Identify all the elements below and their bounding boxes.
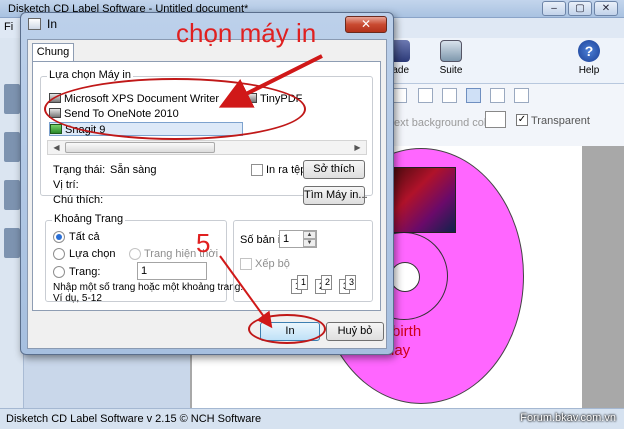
window-controls: – ▢ ✕ bbox=[542, 1, 618, 16]
dialog-close-button[interactable]: ✕ bbox=[345, 16, 387, 33]
minimize-button[interactable]: – bbox=[542, 1, 566, 16]
main-toolbar: rade Suite ? Help bbox=[380, 38, 624, 84]
maximize-button[interactable]: ▢ bbox=[568, 1, 592, 16]
cancel-button[interactable]: Huỷ bỏ bbox=[326, 322, 384, 341]
align-right-button[interactable] bbox=[490, 88, 505, 103]
suite-button[interactable]: Suite bbox=[436, 40, 466, 76]
suite-label: Suite bbox=[439, 65, 463, 76]
transparent-label: Transparent bbox=[531, 115, 590, 127]
printer-list-scrollbar[interactable]: ◀ ▶ bbox=[47, 140, 367, 155]
range-all-label: Tất cả bbox=[69, 231, 100, 243]
copies-up-icon[interactable]: ▲ bbox=[303, 231, 316, 239]
find-printer-button[interactable]: Tìm Máy in... bbox=[303, 186, 368, 205]
location-label: Vị trí: bbox=[53, 179, 79, 191]
align-center-button[interactable] bbox=[466, 88, 481, 103]
scroll-thumb[interactable] bbox=[65, 142, 215, 153]
collate-page-icon: 1 bbox=[297, 275, 308, 290]
range-all-radio[interactable] bbox=[53, 231, 65, 243]
help-icon: ? bbox=[578, 40, 600, 62]
range-selection-radio[interactable] bbox=[53, 248, 65, 260]
text-background-label: ext background color: bbox=[394, 117, 500, 129]
status-label: Trạng thái: bbox=[53, 164, 106, 176]
collate-checkbox[interactable] bbox=[240, 258, 252, 270]
print-to-file-label: In ra tệp bbox=[266, 164, 307, 176]
status-text: Disketch CD Label Software v 2.15 © NCH … bbox=[6, 413, 262, 425]
print-to-file-checkbox[interactable] bbox=[251, 164, 263, 176]
transparent-checkbox[interactable]: ✓ bbox=[516, 114, 528, 126]
range-hint-line1: Nhập một số trang hoặc một khoảng trang. bbox=[53, 282, 244, 293]
tool-icon[interactable] bbox=[4, 132, 20, 162]
align-left-button[interactable] bbox=[442, 88, 457, 103]
annotation-title: chọn máy in bbox=[176, 18, 317, 48]
preferences-button[interactable]: Sở thích bbox=[303, 160, 365, 179]
justify-button[interactable] bbox=[514, 88, 529, 103]
format-bar: ext background color: ✓ Transparent bbox=[380, 84, 624, 146]
italic-button[interactable] bbox=[392, 88, 407, 103]
status-value: Sẵn sàng bbox=[110, 164, 157, 176]
underline-button[interactable] bbox=[418, 88, 433, 103]
cd-hole bbox=[390, 262, 420, 292]
range-hint-line2: Ví dụ, 5-12 bbox=[53, 293, 102, 304]
main-close-button[interactable]: ✕ bbox=[594, 1, 618, 16]
tool-icon[interactable] bbox=[4, 228, 20, 258]
comment-label: Chú thích: bbox=[53, 194, 104, 206]
scroll-left-icon[interactable]: ◀ bbox=[49, 141, 64, 154]
annotation-step-number: 5 bbox=[196, 228, 211, 258]
printer-list-highlight bbox=[44, 78, 306, 140]
help-label: Help bbox=[578, 65, 600, 76]
menu-file[interactable]: Fi bbox=[4, 21, 13, 33]
dialog-title: In bbox=[47, 17, 58, 31]
range-selection-label: Lựa chọn bbox=[69, 248, 116, 260]
range-pages-radio[interactable] bbox=[53, 266, 65, 278]
range-pages-label: Trang: bbox=[69, 266, 101, 278]
scroll-right-icon[interactable]: ▶ bbox=[350, 141, 365, 154]
tab-general[interactable]: Chung bbox=[32, 43, 74, 62]
pages-input[interactable]: 1 bbox=[137, 262, 207, 280]
tool-icon[interactable] bbox=[4, 180, 20, 210]
suite-icon bbox=[440, 40, 462, 62]
collate-page-icon: 2 bbox=[321, 275, 332, 290]
status-bar: Disketch CD Label Software v 2.15 © NCH … bbox=[0, 408, 624, 429]
printer-icon bbox=[28, 18, 41, 30]
tool-icon[interactable] bbox=[4, 84, 20, 114]
copies-down-icon[interactable]: ▼ bbox=[303, 239, 316, 247]
help-button[interactable]: ? Help bbox=[574, 40, 604, 76]
watermark: Forum.bkav.com.vn bbox=[520, 412, 616, 424]
printer-select-label: Lựa chọn Máy in bbox=[47, 69, 133, 81]
range-current-page-radio[interactable] bbox=[129, 248, 141, 260]
snagit-icon bbox=[50, 124, 62, 134]
text-background-swatch[interactable] bbox=[485, 111, 506, 128]
collate-page-icon: 3 bbox=[345, 275, 356, 290]
collate-label: Xếp bộ bbox=[255, 258, 290, 270]
print-dialog: In ✕ Chung Lựa chọn Máy in Microsoft XPS… bbox=[20, 12, 394, 355]
page-range-label: Khoảng Trang bbox=[52, 213, 126, 225]
print-button-highlight bbox=[248, 314, 326, 344]
